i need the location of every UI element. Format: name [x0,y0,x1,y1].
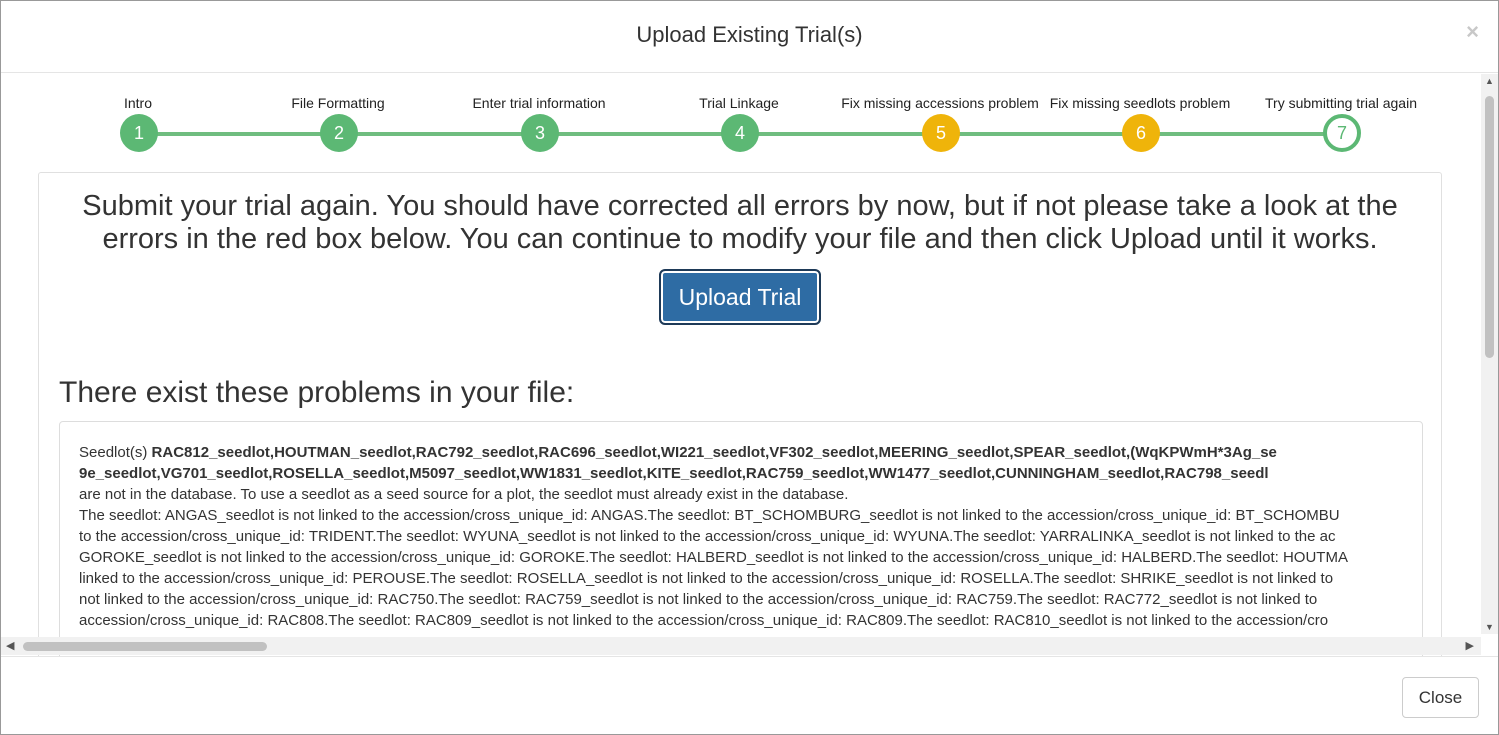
vertical-scroll-thumb[interactable] [1485,96,1494,358]
modal-body[interactable]: Intro 1 File Formatting 2 Enter trial in… [1,74,1498,656]
step-number-circle[interactable]: 3 [521,114,559,152]
step-label: File Formatting [291,95,385,111]
missing-seedlots-list: RAC812_seedlot,HOUTMAN_seedlot,RAC792_se… [151,444,1277,461]
problems-heading: There exist these problems in your file: [59,376,575,409]
step-label: Trial Linkage [699,95,779,111]
problems-line: to the accession/cross_unique_id: TRIDEN… [79,528,1336,545]
upload-trial-button[interactable]: Upload Trial [659,269,821,325]
submit-panel: Submit your trial again. You should have… [38,172,1442,656]
scroll-right-icon[interactable]: ▶ [1466,639,1474,652]
instructions-line-1: Submit your trial again. You should have… [82,190,1398,222]
modal-header: Upload Existing Trial(s) × [1,1,1498,73]
problems-line: accession/cross_unique_id: RAC808.The se… [79,612,1329,629]
instructions-line-2: errors in the red box below. You can con… [102,223,1378,255]
scroll-down-icon[interactable]: ▼ [1485,622,1494,632]
problems-line: are not in the database. To use a seedlo… [79,486,849,503]
step-number-circle[interactable]: 4 [721,114,759,152]
problems-line: 9e_seedlot,VG701_seedlot,ROSELLA_seedlot… [79,463,1422,484]
missing-seedlots-list: 9e_seedlot,VG701_seedlot,ROSELLA_seedlot… [79,465,1269,482]
step-label: Fix missing seedlots problem [1049,95,1231,111]
horizontal-scroll-thumb[interactable] [23,642,267,651]
problems-line: not linked to the accession/cross_unique… [79,591,1318,608]
step-number-circle[interactable]: 6 [1122,114,1160,152]
close-button[interactable]: Close [1402,677,1479,718]
step-label: Try submitting trial again [1265,95,1417,111]
step-number-circle[interactable]: 1 [120,114,158,152]
scroll-left-icon[interactable]: ◀ [6,639,14,652]
problems-line: Seedlot(s) RAC812_seedlot,HOUTMAN_seedlo… [79,442,1422,463]
problems-line: GOROKE_seedlot is not linked to the acce… [79,549,1348,566]
submit-instructions: Submit your trial again. You should have… [39,190,1441,256]
problems-prefix: Seedlot(s) [79,444,152,461]
wizard-stepper: Intro 1 File Formatting 2 Enter trial in… [1,74,1481,174]
modal-footer: Close [1,656,1498,734]
step-number-circle[interactable]: 7 [1323,114,1361,152]
horizontal-scrollbar[interactable]: ◀ ▶ [1,637,1481,655]
scroll-up-icon[interactable]: ▲ [1485,76,1494,86]
step-number-circle[interactable]: 2 [320,114,358,152]
modal-title: Upload Existing Trial(s) [636,22,863,47]
vertical-scrollbar[interactable]: ▲ ▼ [1481,74,1498,634]
upload-trial-modal: Upload Existing Trial(s) × Intro 1 File … [0,0,1499,735]
step-label: Enter trial information [472,95,606,111]
problems-box: Seedlot(s) RAC812_seedlot,HOUTMAN_seedlo… [59,421,1423,656]
step-label: Fix missing accessions problem [841,95,1039,111]
problems-text: Seedlot(s) RAC812_seedlot,HOUTMAN_seedlo… [79,442,1422,631]
problems-line: linked to the accession/cross_unique_id:… [79,570,1334,587]
step-number-circle[interactable]: 5 [922,114,960,152]
problems-line: The seedlot: ANGAS_seedlot is not linked… [79,507,1340,524]
step-label: Intro [123,95,152,111]
close-icon[interactable]: × [1466,19,1479,45]
